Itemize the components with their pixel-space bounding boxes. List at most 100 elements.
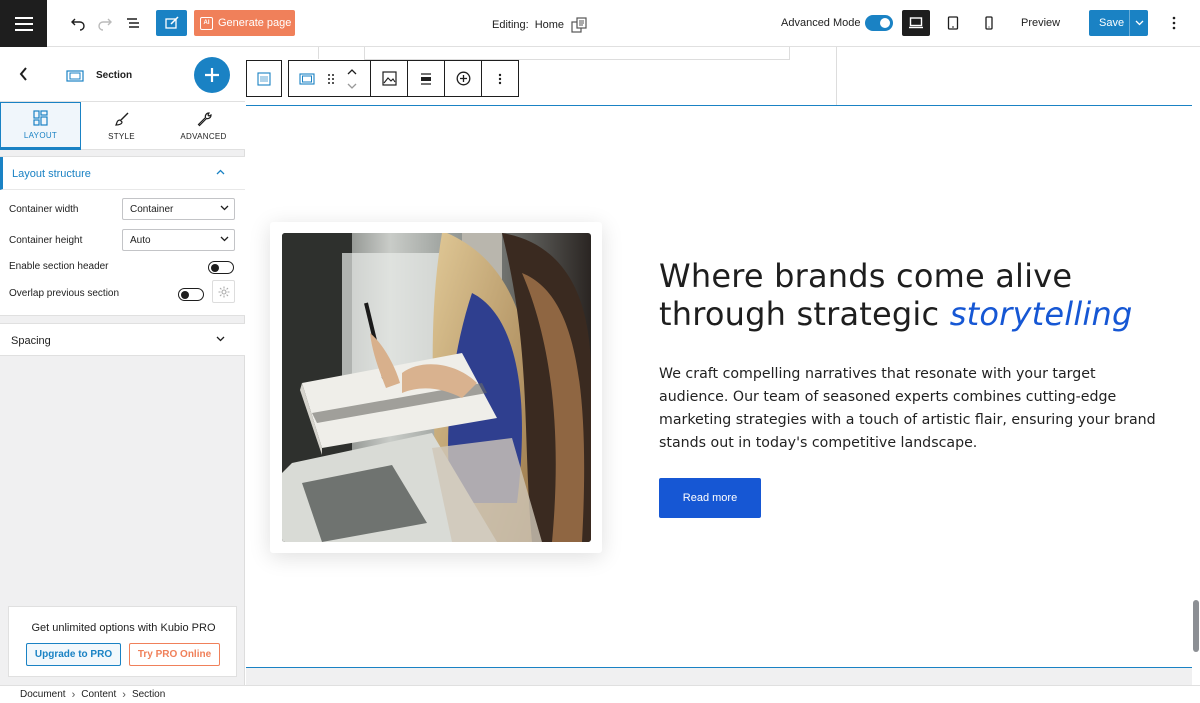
container-height-select[interactable]: Auto [122, 229, 235, 251]
hero-body-text[interactable]: We craft compelling narratives that reso… [659, 363, 1164, 455]
kubio-icon [164, 16, 179, 29]
generate-page-button[interactable]: AI Generate page [194, 10, 295, 36]
more-options-button[interactable] [1164, 13, 1184, 33]
preview-button[interactable]: Preview [1021, 17, 1060, 29]
hamburger-icon [14, 16, 33, 31]
breadcrumb: Document › Content › Section [0, 685, 1200, 703]
back-button[interactable] [14, 65, 32, 83]
image-icon [381, 71, 397, 86]
tab-style[interactable]: STYLE [81, 102, 162, 150]
chevron-up-icon [216, 169, 225, 175]
container-height-label: Container height [9, 235, 83, 246]
section-header-toggle[interactable] [208, 261, 234, 274]
desktop-icon [909, 17, 923, 29]
more-vertical-icon [498, 73, 502, 84]
undo-button[interactable] [67, 12, 89, 34]
inspector-tabs: LAYOUT STYLE ADVANCED [0, 102, 245, 150]
container-width-label: Container width [9, 204, 79, 215]
brush-icon [114, 112, 128, 126]
top-toolbar: AI Generate page Editing: Home Advanced … [0, 0, 1200, 47]
section-selection-border-top [246, 105, 1192, 106]
image-card[interactable] [270, 222, 602, 553]
spacing-title: Spacing [11, 335, 51, 347]
mobile-view-button[interactable] [975, 10, 1003, 36]
ai-icon: AI [200, 16, 213, 30]
chevron-down-icon [220, 236, 229, 242]
headline-emphasis-text: storytelling [949, 295, 1133, 333]
redo-button[interactable] [94, 12, 116, 34]
mobile-icon [985, 16, 993, 30]
overlap-settings-button[interactable] [212, 280, 235, 303]
list-view-button[interactable] [122, 12, 144, 34]
tab-advanced[interactable]: ADVANCED [162, 102, 245, 150]
pro-upsell-text: Get unlimited options with Kubio PRO [31, 622, 216, 634]
breadcrumb-item-content[interactable]: Content [81, 689, 116, 700]
layout-structure-header[interactable]: Layout structure [0, 157, 245, 190]
canvas-scrollbar-track[interactable] [1192, 47, 1200, 685]
parent-block-icon [257, 71, 271, 86]
undo-icon [71, 18, 85, 31]
plus-circle-icon [456, 71, 470, 86]
hero-headline[interactable]: Where brands come alive through strategi… [659, 257, 1179, 333]
sidebar-block-title: Section [96, 70, 133, 81]
previous-section-fragment [836, 47, 837, 105]
chevron-down-icon [220, 205, 229, 211]
photo-illustration [282, 233, 591, 542]
breadcrumb-item-document[interactable]: Document [20, 689, 66, 700]
container-width-value: Container [130, 203, 174, 215]
chevron-right-icon: › [122, 688, 126, 701]
tab-layout-label: LAYOUT [23, 131, 58, 140]
wrench-icon [197, 112, 212, 127]
tab-style-label: STYLE [108, 132, 135, 141]
sidebar-header: Section [0, 47, 245, 102]
container-width-select[interactable]: Container [122, 198, 235, 220]
team-photo[interactable] [282, 233, 591, 542]
section-header-label: Enable section header [9, 261, 109, 272]
section-block-icon[interactable] [299, 72, 315, 85]
canvas-scrollbar-thumb[interactable] [1193, 600, 1199, 652]
drag-handle-icon[interactable] [327, 73, 335, 85]
next-section-fragment [246, 668, 1192, 685]
layout-icon [33, 110, 48, 126]
main-menu-button[interactable] [0, 0, 47, 47]
add-block-button[interactable] [194, 57, 230, 93]
plus-icon [205, 68, 219, 82]
tab-layout[interactable]: LAYOUT [0, 102, 81, 150]
vertical-align-button[interactable] [408, 61, 445, 96]
block-toolbar-main [288, 60, 519, 97]
select-parent-button[interactable] [246, 60, 282, 97]
chevron-left-icon [19, 67, 27, 81]
redo-icon [98, 18, 112, 31]
read-more-button[interactable]: Read more [659, 478, 761, 518]
upgrade-to-pro-button[interactable]: Upgrade to PRO [26, 643, 121, 666]
tablet-view-button[interactable] [939, 10, 967, 36]
advanced-mode-toggle[interactable] [865, 15, 893, 31]
previous-section-fragment [318, 47, 319, 59]
inspector-sidebar: Section LAYOUT STYLE ADVANCED Layout str… [0, 47, 245, 685]
pages-icon [571, 17, 587, 33]
save-button[interactable]: Save [1089, 10, 1148, 36]
editing-indicator[interactable]: Editing: Home [492, 16, 588, 34]
block-options-button[interactable] [482, 61, 518, 96]
save-label: Save [1099, 17, 1125, 29]
kubio-button[interactable] [156, 10, 187, 36]
breadcrumb-item-section[interactable]: Section [132, 689, 165, 700]
insert-block-button[interactable] [445, 61, 482, 96]
advanced-mode-label: Advanced Mode [781, 17, 861, 29]
block-toolbar [246, 60, 519, 97]
move-up-down-icon[interactable] [347, 68, 357, 90]
try-pro-online-button[interactable]: Try PRO Online [129, 643, 220, 666]
editing-page-name: Home [534, 19, 565, 31]
layout-structure-panel: Layout structure Container width Contain… [0, 156, 245, 316]
generate-page-label: Generate page [218, 17, 292, 29]
more-vertical-icon [1172, 16, 1176, 30]
overlap-toggle[interactable] [178, 288, 204, 301]
overlap-label: Overlap previous section [9, 288, 120, 299]
tab-advanced-label: ADVANCED [180, 132, 227, 141]
layout-structure-title: Layout structure [12, 168, 91, 180]
save-options-button[interactable] [1129, 10, 1148, 36]
desktop-view-button[interactable] [902, 10, 930, 36]
editing-label: Editing: [492, 19, 529, 31]
spacing-panel-header[interactable]: Spacing [0, 323, 245, 356]
background-image-button[interactable] [371, 61, 408, 96]
